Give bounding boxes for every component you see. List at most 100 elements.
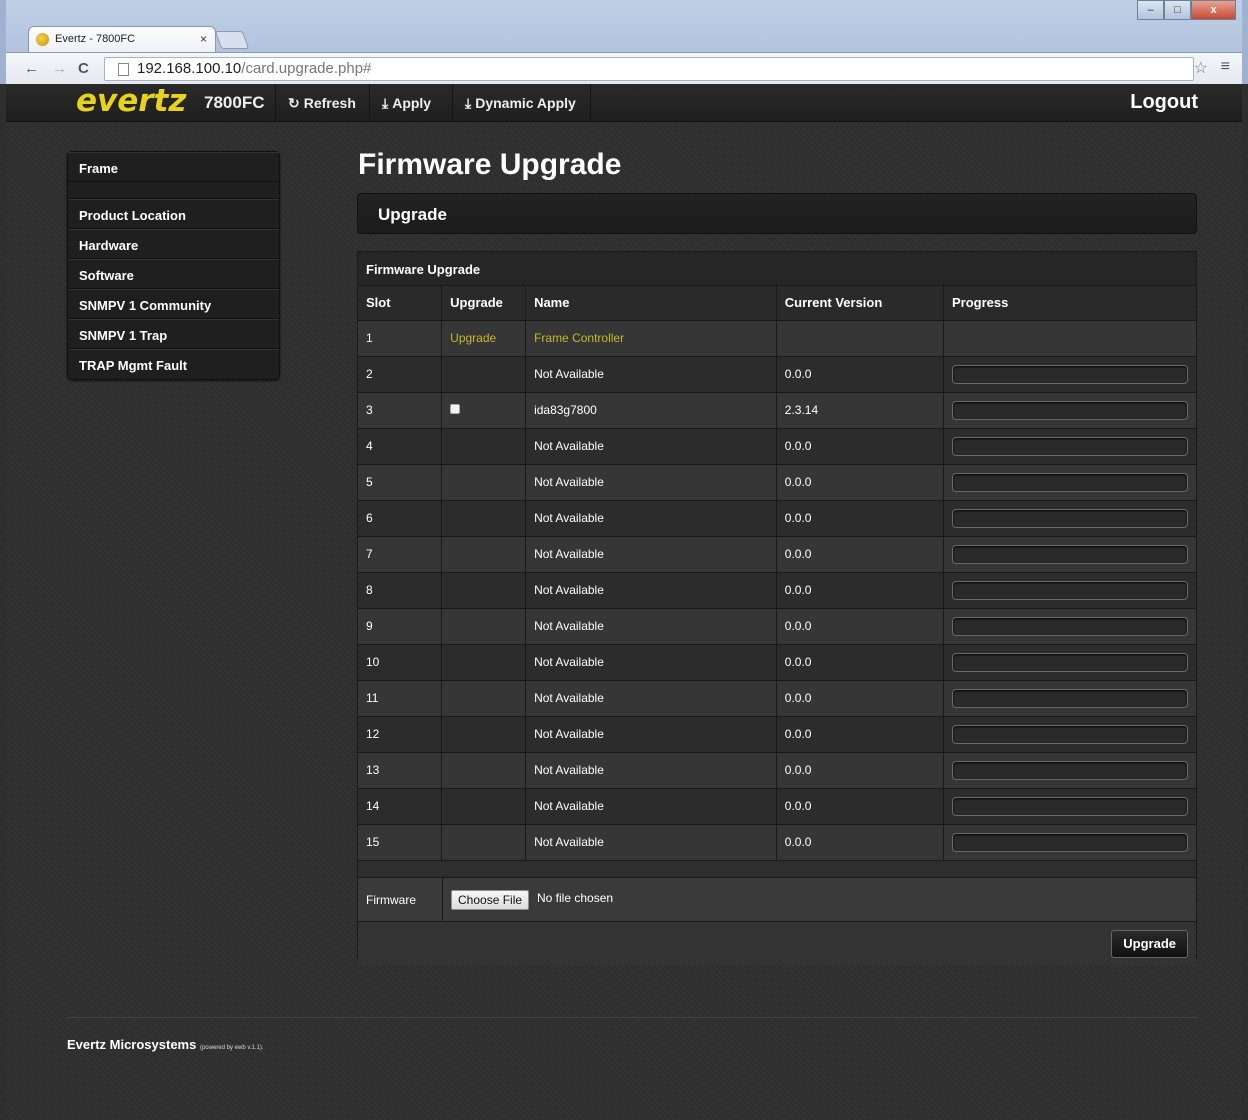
progress-bar [952,688,1188,708]
maximize-button[interactable]: □ [1164,0,1191,20]
name-cell: ida83g7800 [525,392,777,429]
minimize-button[interactable]: – [1137,0,1164,20]
tab-close-icon[interactable]: × [200,32,207,46]
version-cell: 0.0.0 [776,716,945,753]
new-tab-button[interactable] [214,31,250,49]
name-cell: Not Available [525,788,777,825]
firmware-upgrade-section: Firmware Upgrade Slot Upgrade Name Curre… [357,251,1197,966]
progress-cell [943,644,1196,681]
progress-bar [952,652,1188,672]
progress-bar [952,616,1188,636]
sidebar-item-product-location[interactable]: Product Location [68,199,279,229]
address-bar[interactable]: 192.168.100.10/card.upgrade.php# [104,57,1194,81]
name-cell: Not Available [525,716,777,753]
version-cell: 2.3.14 [776,392,945,429]
table-row: 11 Not Available 0.0.0 [358,680,1196,717]
name-cell: Not Available [525,824,777,861]
bookmark-star-icon[interactable]: ☆ [1194,58,1208,78]
progress-cell [943,716,1196,753]
sidebar-item-snmpv1-trap[interactable]: SNMPV 1 Trap [68,319,279,349]
name-cell: Not Available [525,464,777,501]
choose-file-button[interactable]: Choose File [451,889,530,910]
sidebar: Frame Product Location Hardware Software… [67,151,280,380]
table-row: 1 Upgrade Frame Controller [358,320,1196,357]
reload-icon[interactable]: C [78,60,89,77]
table-row: 12 Not Available 0.0.0 [358,716,1196,753]
browser-menu-icon[interactable]: ≡ [1221,58,1230,76]
name-cell: Not Available [525,752,777,789]
progress-bar [952,580,1188,600]
sidebar-item-frame[interactable]: Frame [68,152,279,182]
sidebar-item-software[interactable]: Software [68,259,279,289]
browser-toolbar: ← → C 192.168.100.10/card.upgrade.php# ☆… [6,52,1242,84]
progress-bar [952,508,1188,528]
refresh-button[interactable]: ↻ Refresh [275,84,369,122]
slot-cell: 13 [358,752,443,789]
apply-label: Apply [392,95,432,111]
slot-cell: 12 [358,716,443,753]
slot-cell: 2 [358,356,443,393]
forward-icon[interactable]: → [52,60,67,77]
apply-button[interactable]: ⤓ Apply [369,84,452,122]
footer-powered: (powered by ewb v.1.1). [199,1045,264,1051]
progress-cell [943,536,1196,573]
upgrade-button[interactable]: Upgrade [1111,929,1188,958]
name-cell: Frame Controller [525,320,777,357]
sidebar-item-trap-mgmt-fault[interactable]: TRAP Mgmt Fault [68,349,279,379]
slot-cell: 14 [358,788,443,825]
table-row: 3 ida83g7800 2.3.14 [358,392,1196,429]
upgrade-cell [441,644,527,681]
file-status: No file chosen [537,890,614,905]
refresh-icon: ↻ [288,95,300,111]
dynamic-apply-button[interactable]: ⤓ Dynamic Apply [452,84,591,122]
name-cell: Not Available [525,428,777,465]
column-header: Progress [943,286,1196,321]
download-arrow-icon: ⤓ [465,95,472,111]
section-title: Firmware Upgrade [358,252,1196,286]
table-spacer [358,860,1196,878]
upgrade-cell [441,392,527,429]
slot-cell: 4 [358,428,443,465]
upgrade-checkbox[interactable] [450,404,461,414]
firmware-label: Firmware [366,892,416,907]
progress-bar [952,724,1188,744]
firmware-file-row: Firmware Choose File No file chosen [358,877,1196,922]
upgrade-cell[interactable]: Upgrade [441,320,527,357]
progress-bar [952,436,1188,456]
sidebar-item-snmpv1-community[interactable]: SNMPV 1 Community [68,289,279,319]
download-arrow-icon: ⤓ [382,95,389,111]
upgrade-cell [441,680,527,717]
favicon-icon [36,33,49,46]
slot-cell: 1 [358,320,443,357]
progress-bar [952,796,1188,816]
slot-cell: 6 [358,500,443,537]
name-cell: Not Available [525,608,777,645]
progress-cell [943,320,1196,357]
sidebar-item-hardware[interactable]: Hardware [68,229,279,259]
sidebar-divider [68,182,279,199]
name-cell: Not Available [525,680,777,717]
panel-title: Upgrade [378,205,447,224]
version-cell: 0.0.0 [776,824,945,861]
upgrade-cell [441,356,527,393]
progress-cell [943,428,1196,465]
logout-link[interactable]: Logout [1130,91,1198,114]
name-cell: Not Available [525,536,777,573]
page-title: Firmware Upgrade [358,148,622,181]
back-icon[interactable]: ← [24,60,39,77]
url-path: /card.upgrade.php# [241,60,372,77]
slot-cell: 15 [358,824,443,861]
browser-tab[interactable]: Evertz - 7800FC × [28,26,216,52]
name-cell: Not Available [525,572,777,609]
upgrade-cell [441,464,527,501]
version-cell [776,320,945,357]
progress-bar [952,364,1188,384]
progress-cell [943,500,1196,537]
progress-bar [952,544,1188,564]
footer-divider [67,1017,1197,1018]
progress-cell [943,824,1196,861]
table-row: 7 Not Available 0.0.0 [358,536,1196,573]
close-window-button[interactable]: x [1191,0,1236,20]
version-cell: 0.0.0 [776,752,945,789]
upgrade-cell [441,716,527,753]
